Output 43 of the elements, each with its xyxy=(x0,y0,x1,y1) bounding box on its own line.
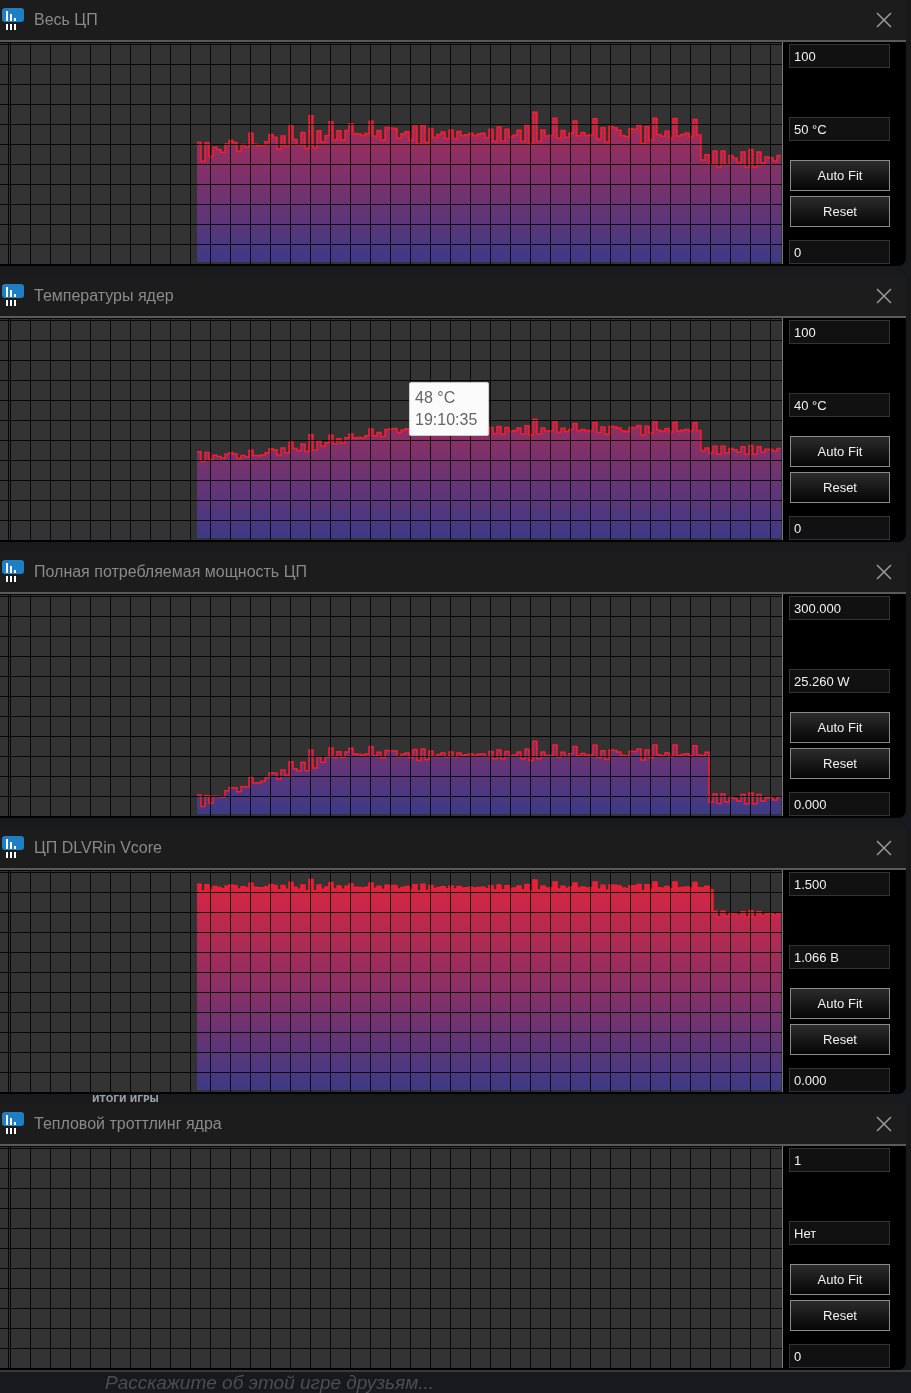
window-title: ЦП DLVRin Vcore xyxy=(34,839,163,857)
auto-fit-button[interactable]: Auto Fit xyxy=(790,988,890,1019)
close-icon[interactable] xyxy=(876,12,892,28)
background-heading: ИТОГИ ИГРЫ xyxy=(92,1094,159,1104)
close-icon[interactable] xyxy=(876,840,892,856)
scale-max-field[interactable]: 100 xyxy=(789,320,890,344)
reset-button[interactable]: Reset xyxy=(790,748,890,779)
window-title: Тепловой троттлинг ядра xyxy=(34,1115,223,1133)
current-value-field: Нет xyxy=(789,1221,890,1245)
close-icon[interactable] xyxy=(876,288,892,304)
scale-max-field[interactable]: 300.000 xyxy=(789,596,890,620)
auto-fit-button[interactable]: Auto Fit xyxy=(790,160,890,191)
app-logo-icon xyxy=(2,560,24,584)
current-value-field: 1.066 В xyxy=(789,945,890,969)
reset-button[interactable]: Reset xyxy=(790,1300,890,1331)
app-logo-icon xyxy=(2,8,24,32)
scale-max-field[interactable]: 1.500 xyxy=(789,872,890,896)
tooltip-value: 48 °C xyxy=(415,389,457,407)
close-icon[interactable] xyxy=(876,564,892,580)
reset-button[interactable]: Reset xyxy=(790,196,890,227)
app-logo-icon xyxy=(2,836,24,860)
scale-min-field[interactable]: 0.000 xyxy=(789,1068,890,1092)
scale-min-field[interactable]: 0 xyxy=(789,240,890,264)
scale-min-field[interactable]: 0.000 xyxy=(789,792,890,816)
current-value-field: 50 °C xyxy=(789,117,890,141)
app-logo-icon xyxy=(2,1112,24,1136)
auto-fit-button[interactable]: Auto Fit xyxy=(790,1264,890,1295)
app-logo-icon xyxy=(2,284,24,308)
reset-button[interactable]: Reset xyxy=(790,1024,890,1055)
scale-min-field[interactable]: 0 xyxy=(789,1344,890,1368)
current-value-field: 40 °C xyxy=(789,393,890,417)
window-title: Температуры ядер xyxy=(34,287,175,305)
scale-min-field[interactable]: 0 xyxy=(789,516,890,540)
scale-max-field[interactable]: 1 xyxy=(789,1148,890,1172)
auto-fit-button[interactable]: Auto Fit xyxy=(790,712,890,743)
window-title: Полная потребляемая мощность ЦП xyxy=(34,563,308,581)
window-title: Весь ЦП xyxy=(34,11,99,29)
scale-max-field[interactable]: 100 xyxy=(789,44,890,68)
current-value-field: 25.260 W xyxy=(789,669,890,693)
close-icon[interactable] xyxy=(876,1116,892,1132)
auto-fit-button[interactable]: Auto Fit xyxy=(790,436,890,467)
reset-button[interactable]: Reset xyxy=(790,472,890,503)
tooltip-time: 19:10:35 xyxy=(415,411,479,429)
